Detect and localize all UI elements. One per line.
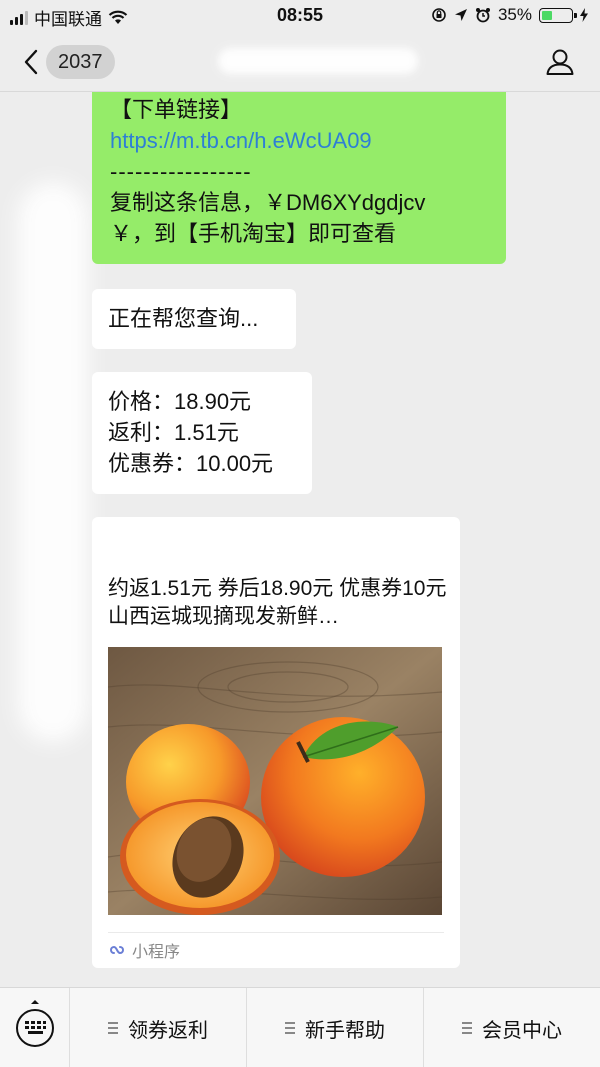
menu-list-icon (462, 1022, 472, 1034)
battery-percent: 35% (497, 5, 532, 24)
unread-count-badge[interactable]: 2037 (46, 45, 115, 79)
card-footer: 小程序 (108, 937, 180, 963)
chat-area[interactable]: 【下单链接】 https://m.tb.cn/h.eWcUA09 -------… (0, 92, 600, 987)
avatar-redacted (18, 182, 88, 742)
message-bubble-querying[interactable]: 正在帮您查询... (92, 289, 296, 349)
bottom-menu-bar: 领券返利 新手帮助 会员中心 (0, 987, 600, 1067)
mini-program-card[interactable]: 约返1.51元 券后18.90元 优惠券10元 山西运城现摘现发新鲜… 小程序 (92, 517, 460, 968)
message-bubble-link[interactable]: 【下单链接】 https://m.tb.cn/h.eWcUA09 -------… (92, 92, 506, 264)
status-right: 35% (431, 5, 588, 25)
menu-newbie-help[interactable]: 新手帮助 (247, 988, 424, 1067)
alarm-icon (475, 8, 490, 23)
charging-icon (580, 8, 588, 22)
menu-label: 新手帮助 (305, 1019, 385, 1042)
rebate-line: 返利：1.51元 (108, 420, 239, 445)
menu-list-icon (285, 1022, 295, 1034)
chat-title-redacted (218, 48, 418, 74)
apricot-product-image[interactable] (108, 647, 442, 915)
taobao-link[interactable]: https://m.tb.cn/h.eWcUA09 (110, 125, 490, 156)
card-divider (108, 932, 444, 933)
location-icon (454, 9, 467, 21)
keyboard-icon[interactable] (13, 1000, 57, 1050)
profile-icon[interactable] (544, 46, 576, 78)
menu-label: 会员中心 (482, 1019, 562, 1042)
mini-program-label: 小程序 (132, 944, 181, 961)
back-icon[interactable] (18, 46, 46, 78)
coupon-line: 优惠券：10.00元 (108, 451, 274, 476)
rotation-lock-icon (432, 8, 446, 22)
copy-instruction-line: 复制这条信息，￥DM6XYdgdjcv (110, 190, 426, 215)
mini-program-icon (110, 945, 124, 955)
keyboard-toggle[interactable] (0, 988, 70, 1067)
chat-header: 2037 (0, 32, 600, 92)
separator-line: ----------------- (110, 159, 252, 184)
card-title: 约返1.51元 券后18.90元 优惠券10元 山西运城现摘现发新鲜… (108, 577, 447, 628)
menu-list-icon (108, 1022, 118, 1034)
status-bar: 中国联通 08:55 35% (0, 0, 600, 32)
menu-coupon-rebate[interactable]: 领券返利 (70, 988, 247, 1067)
querying-text: 正在帮您查询... (108, 306, 259, 331)
price-line: 价格：18.90元 (108, 389, 252, 414)
menu-member-center[interactable]: 会员中心 (424, 988, 600, 1067)
menu-label: 领券返利 (128, 1019, 208, 1042)
battery-icon (539, 7, 577, 23)
copy-instruction-line: ￥，到【手机淘宝】即可查看 (110, 221, 397, 246)
order-link-heading: 【下单链接】 (110, 97, 243, 122)
message-bubble-price[interactable]: 价格：18.90元 返利：1.51元 优惠券：10.00元 (92, 372, 312, 494)
